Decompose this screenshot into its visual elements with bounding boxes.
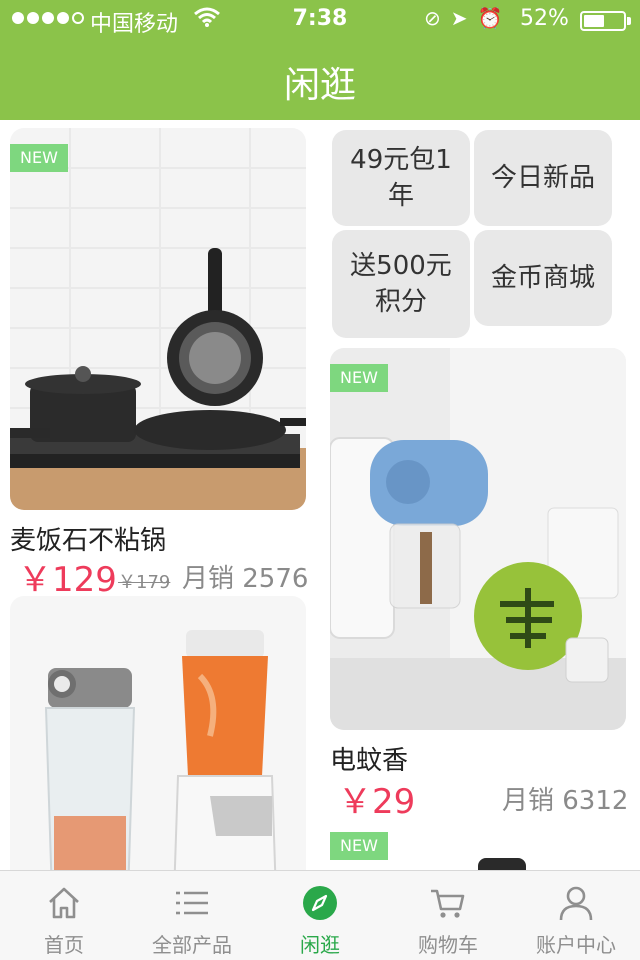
page-title: 闲逛 <box>283 65 356 106</box>
status-bar: 中国移动 7:38 ⊘ ➤ ⏰ 52% <box>0 0 640 40</box>
battery-percent: 52% <box>520 6 569 31</box>
tab-cart[interactable]: 购物车 <box>384 871 512 960</box>
mosquito-repeller-photo <box>330 348 626 730</box>
new-badge: NEW <box>330 364 388 392</box>
battery-icon <box>580 11 626 31</box>
product-title[interactable]: 电蚊香 <box>330 740 408 777</box>
promo-tile-coin-mall[interactable]: 金币商城 <box>474 230 612 326</box>
tab-label: 全部产品 <box>152 933 232 957</box>
product-feed[interactable]: NEW 麦饭石不粘锅 ￥129 ￥179 月销 2576 49元包1年 今日新品… <box>0 120 640 870</box>
alarm-clock-icon: ⏰ <box>477 6 503 30</box>
tab-all-products[interactable]: 全部产品 <box>128 871 256 960</box>
battery-fill <box>584 15 604 27</box>
product-image[interactable] <box>10 128 306 510</box>
tab-bar: 首页 全部产品 闲逛 购物车 账户中心 <box>0 870 640 960</box>
promo-tile-points[interactable]: 送500元积分 <box>332 230 470 338</box>
orientation-lock-icon: ⊘ <box>424 6 441 30</box>
product-price: ￥29 <box>338 782 416 822</box>
juicer-photo <box>10 596 306 870</box>
cookware-photo <box>10 128 306 510</box>
product-price: ￥129 <box>18 560 117 600</box>
tab-label: 购物车 <box>418 933 478 957</box>
product-image[interactable] <box>10 596 306 870</box>
tab-label: 首页 <box>44 933 84 957</box>
compass-icon <box>303 886 337 920</box>
promo-tile-annual[interactable]: 49元包1年 <box>332 130 470 226</box>
cart-icon <box>431 889 465 918</box>
tab-label: 账户中心 <box>536 933 616 957</box>
user-icon <box>559 886 593 921</box>
list-icon <box>176 891 208 915</box>
product-monthly-sales: 月销 6312 <box>502 786 629 816</box>
promo-tile-new-today[interactable]: 今日新品 <box>474 130 612 226</box>
new-badge: NEW <box>330 832 388 860</box>
location-arrow-icon: ➤ <box>450 6 468 30</box>
tab-browse[interactable]: 闲逛 <box>256 871 384 960</box>
header-bar: 中国移动 7:38 ⊘ ➤ ⏰ 52% 闲逛 <box>0 0 640 120</box>
home-icon <box>49 887 79 919</box>
new-badge: NEW <box>10 144 68 172</box>
product-monthly-sales: 月销 2576 <box>182 564 309 594</box>
tab-label: 闲逛 <box>300 933 340 957</box>
product-image[interactable] <box>330 348 626 730</box>
tab-home[interactable]: 首页 <box>0 871 128 960</box>
product-original-price: ￥179 <box>118 572 171 593</box>
tab-account[interactable]: 账户中心 <box>512 871 640 960</box>
